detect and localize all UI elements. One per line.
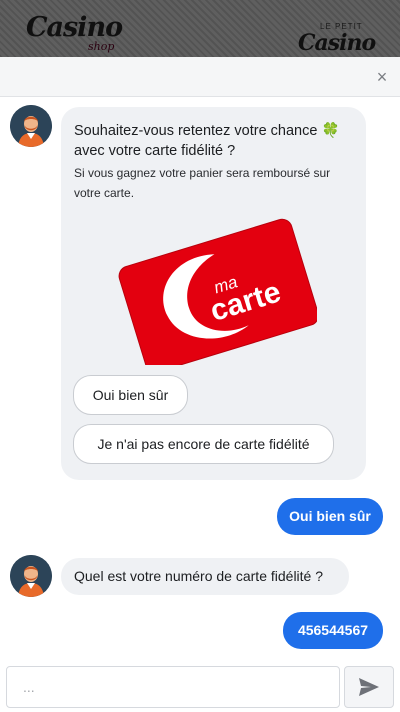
user-reply-card-number: 456544567	[283, 612, 383, 649]
bot-offer-message: Souhaitez-vous retentez votre chance 🍀 a…	[61, 107, 366, 480]
avatar-icon	[10, 555, 52, 597]
choice-yes-button[interactable]: Oui bien sûr	[73, 375, 188, 415]
user-reply-yes: Oui bien sûr	[277, 498, 383, 535]
offer-subtitle: Si vous gagnez votre panier sera rembour…	[74, 166, 331, 200]
question-text: Quel est votre numéro de carte fidélité …	[74, 568, 324, 584]
choice-no-card-button[interactable]: Je n'ai pas encore de carte fidélité	[73, 424, 334, 464]
message-input-wrapper	[6, 666, 340, 708]
bot-avatar	[10, 105, 52, 147]
avatar-icon	[10, 105, 52, 147]
message-list[interactable]: Souhaitez-vous retentez votre chance 🍀 a…	[0, 97, 400, 662]
close-button[interactable]: ×	[372, 67, 392, 87]
message-input[interactable]	[7, 667, 339, 707]
message-composer	[0, 662, 400, 712]
bot-question-message: Quel est votre numéro de carte fidélité …	[61, 558, 349, 595]
le-petit-casino-logo: Casino	[298, 30, 376, 56]
casino-shop-logo-sub: shop	[88, 40, 115, 53]
bot-avatar	[10, 555, 52, 597]
offer-title: Souhaitez-vous retentez votre chance 🍀 a…	[74, 123, 340, 159]
loyalty-card-image: ma carte	[117, 215, 319, 373]
chat-header: ×	[0, 57, 400, 97]
brand-banner: Casino shop LE PETIT Casino	[0, 0, 400, 57]
send-icon	[359, 678, 379, 696]
send-button[interactable]	[344, 666, 394, 708]
casino-shop-logo: Casino	[26, 12, 123, 43]
